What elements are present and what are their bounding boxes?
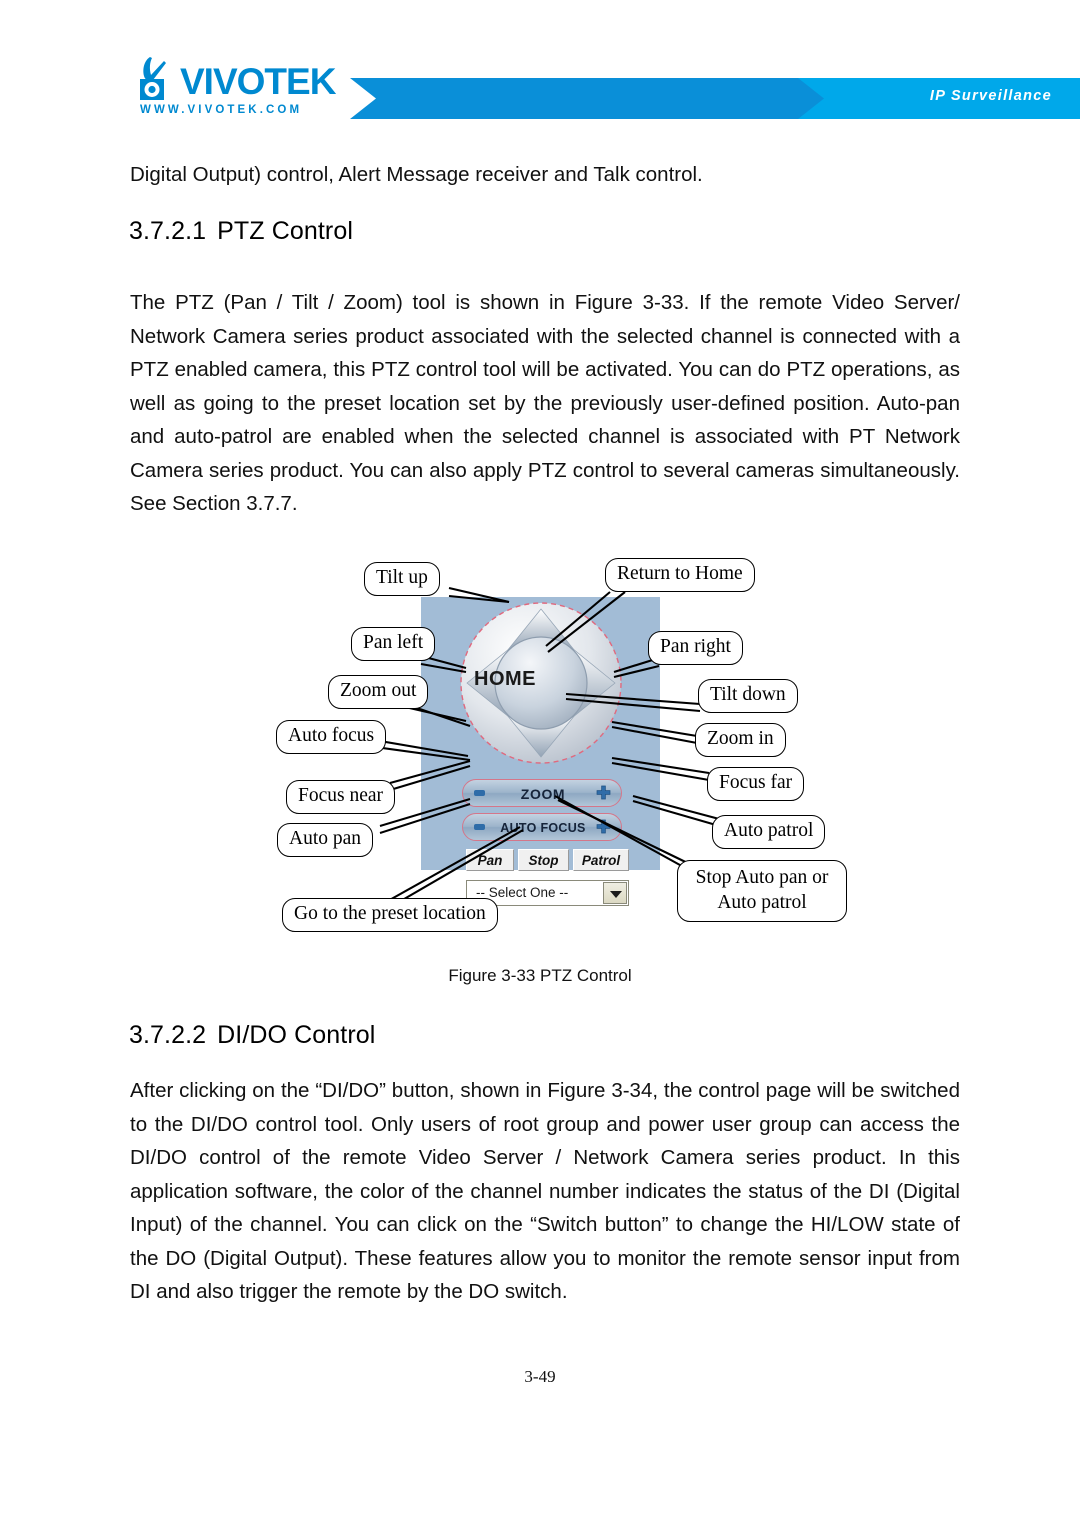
callout-stop-auto: Stop Auto pan or Auto patrol [677,860,847,922]
logo-wordmark: VIVOTEK [180,61,336,102]
callout-focus-far: Focus far [707,767,805,801]
zoom-control-row[interactable]: ZOOM [462,779,622,807]
auto-focus-control-row[interactable]: AUTO FOCUS [462,813,622,841]
figure-ptz-control: HOME ZOOM AUTO FOCUS Pan Stop Patrol -- … [0,530,1080,990]
preset-select-arrow-box[interactable] [603,882,627,904]
figure-caption: Figure 3-33 PTZ Control [448,966,632,985]
ptz-paragraph: The PTZ (Pan / Tilt / Zoom) tool is show… [130,291,960,515]
callout-pan-left: Pan left [351,627,436,661]
callout-return-to-home: Return to Home [605,558,755,592]
heading-ptz-title: PTZ Control [217,217,354,245]
callout-tilt-down: Tilt down [698,679,798,713]
pan-button[interactable]: Pan [466,849,514,871]
stop-button[interactable]: Stop [518,849,569,871]
heading-ptz-number: 3.7.2.1 [129,217,207,245]
vivotek-logo: VIVOTEK WWW.VIVOTEK.COM [138,57,353,119]
heading-dido-title: DI/DO Control [217,1021,376,1049]
zoom-in-icon[interactable] [595,785,612,802]
callout-auto-patrol: Auto patrol [712,815,826,849]
direction-pad [460,602,622,764]
patrol-button[interactable]: Patrol [573,849,629,871]
ptz-control-panel: HOME ZOOM AUTO FOCUS Pan Stop Patrol -- … [421,597,660,906]
callout-pan-right: Pan right [648,631,743,665]
dido-paragraph: After clicking on the “DI/DO” button, sh… [130,1079,960,1303]
heading-dido-number: 3.7.2.2 [129,1021,207,1049]
callout-auto-pan: Auto pan [277,823,374,857]
banner-tag-label: IP Surveillance [929,88,1052,104]
heading-dido-control: 3.7.2.2 DI/DO Control [129,1020,375,1050]
chevron-down-icon [610,891,622,898]
page-number: 3-49 [524,1367,556,1386]
logo-url-text: WWW.VIVOTEK.COM [140,104,303,116]
focus-far-icon[interactable] [595,819,612,836]
intro-line: Digital Output) control, Alert Message r… [130,163,703,186]
callout-focus-near: Focus near [286,780,396,814]
page-header: IP Surveillance VIVOTEK WWW.VIVOTEK.COM [0,0,1080,140]
callout-tilt-up: Tilt up [364,562,440,596]
callout-zoom-in: Zoom in [695,723,786,757]
callout-zoom-out: Zoom out [328,675,429,709]
heading-ptz-control: 3.7.2.1 PTZ Control [129,216,353,246]
callout-auto-focus: Auto focus [276,720,387,754]
callout-go-to-preset: Go to the preset location [282,898,498,932]
camera-icon [140,57,166,100]
